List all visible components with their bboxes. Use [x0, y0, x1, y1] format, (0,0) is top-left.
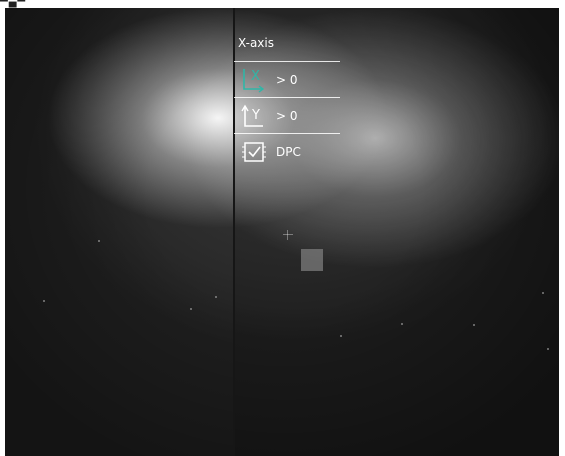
corner-mark: ▀▄▀: [0, 0, 27, 8]
svg-text:Y: Y: [251, 108, 260, 123]
defect-pixel: [215, 296, 217, 298]
dpc-menu: X-axis X > 0 Y > 0 DPC: [234, 32, 340, 170]
defect-pixel: [473, 324, 475, 326]
defect-pixel: [43, 300, 45, 302]
menu-item-dpc[interactable]: DPC: [234, 134, 340, 170]
thermal-live-view: X-axis X > 0 Y > 0 DPC: [5, 8, 559, 456]
x-axis-value: > 0: [276, 72, 298, 87]
y-axis-icon: Y: [240, 102, 268, 130]
y-axis-value: > 0: [276, 108, 298, 123]
defect-pixel: [340, 335, 342, 337]
x-axis-icon: X: [240, 66, 268, 94]
device-screen: ▀▄▀ X-axis X > 0 Y > 0 DPC: [0, 0, 565, 456]
menu-item-x-axis[interactable]: X > 0: [234, 62, 340, 98]
defect-pixel: [542, 292, 544, 294]
menu-title: X-axis: [234, 32, 340, 62]
svg-text:X: X: [251, 69, 260, 84]
defect-pixel: [98, 240, 100, 242]
dpc-checkbox-icon: [240, 138, 268, 166]
defect-pixel: [547, 348, 549, 350]
crosshair-icon: [283, 230, 293, 240]
dpc-label: DPC: [276, 145, 301, 159]
dpc-cursor[interactable]: [301, 249, 323, 271]
defect-pixel: [401, 323, 403, 325]
defect-pixel: [190, 308, 192, 310]
menu-item-y-axis[interactable]: Y > 0: [234, 98, 340, 134]
